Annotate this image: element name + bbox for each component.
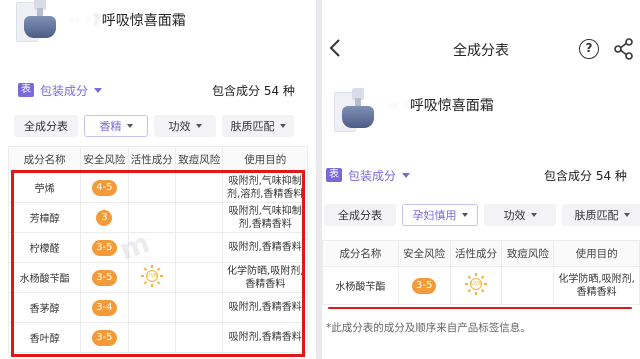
filter-button-0[interactable]: 全成分表 xyxy=(324,204,396,226)
ingredient-name[interactable]: 水杨酸苄酯 xyxy=(322,266,399,305)
filter-bar: 全成分表 孕妇慎用 功效 肤质匹配 xyxy=(324,204,640,226)
section-selector[interactable]: 表 包装成分 xyxy=(326,165,411,185)
filter-label: 肤质匹配 xyxy=(574,209,619,222)
column-header: 安全风险 xyxy=(397,240,451,267)
filter-button-1[interactable]: 孕妇慎用 xyxy=(402,204,478,226)
product-name: ·· ·7呼吸惊喜面霜 xyxy=(70,13,186,29)
acne-cell xyxy=(501,266,555,305)
filter-label: 功效 xyxy=(503,209,526,222)
chevron-down-icon xyxy=(279,124,286,128)
ingredient-count: 包含成分 54 种 xyxy=(212,84,295,98)
filter-bar: 全成分表 香精 功效 肤质匹配 xyxy=(14,115,300,137)
column-header: 活性成分 xyxy=(127,146,177,173)
filter-button-1[interactable]: 香精 xyxy=(84,115,148,137)
highlight-box xyxy=(11,170,305,357)
column-header: 致痘风险 xyxy=(175,146,224,173)
product-thumbnail xyxy=(14,0,66,48)
column-header: 使用目的 xyxy=(222,146,308,173)
risk-cell: 3-5 xyxy=(397,266,451,305)
column-header: 成分名称 xyxy=(7,146,82,173)
product-name: ·· ·呼吸惊喜面霜 xyxy=(388,98,494,114)
filter-label: 香精 xyxy=(99,120,122,133)
product-header: ·· ·呼吸惊喜面霜 xyxy=(332,82,494,138)
top-bar: 全成分表 ? xyxy=(322,34,640,64)
filter-label: 肤质匹配 xyxy=(230,120,275,133)
ingredient-table: 成分名称 安全风险 活性成分 致痘风险 使用目的 水杨酸苄酯 3-5 UVB 化学防晒,吸附剂… xyxy=(322,240,640,305)
chevron-down-icon xyxy=(530,213,537,217)
ingredient-count: 包含成分 54 种 xyxy=(544,169,627,183)
column-header: 成分名称 xyxy=(322,240,399,267)
table-icon: 表 xyxy=(326,168,342,182)
left-panel: ·· ·7呼吸惊喜面霜 表 包装成分 包含成分 54 种 全成分表 香精 功效 肤质匹… xyxy=(0,0,316,359)
highlight-underline xyxy=(328,307,632,309)
column-header: 安全风险 xyxy=(80,146,129,173)
caret-down-icon xyxy=(402,172,411,178)
product-thumbnail xyxy=(332,82,384,138)
risk-badge: 3-5 xyxy=(411,277,437,294)
section-label: 包装成分 xyxy=(40,83,89,98)
column-header: 使用目的 xyxy=(553,240,640,267)
table-icon: 表 xyxy=(18,83,34,97)
purpose-cell: 化学防晒,吸附剂,香精香料 xyxy=(553,266,640,305)
caret-down-icon xyxy=(94,87,103,93)
chevron-down-icon xyxy=(126,124,133,128)
right-panel: 全成分表 ? ·· ·呼吸惊喜面霜 表 包装成分 包含成分 54 种 全成分表 孕… xyxy=(322,0,640,359)
column-header: 致痘风险 xyxy=(501,240,555,267)
filter-label: 功效 xyxy=(168,120,191,133)
filter-label: 全成分表 xyxy=(338,209,382,222)
filter-button-3[interactable]: 肤质匹配 xyxy=(222,115,294,137)
filter-button-2[interactable]: 功效 xyxy=(484,204,556,226)
share-icon[interactable] xyxy=(614,38,634,60)
footnote: *此成分表的成分及顺序来自产品标签信息。 xyxy=(326,322,531,334)
chevron-down-icon xyxy=(623,213,630,217)
active-cell: UVB xyxy=(449,266,503,305)
product-header: ·· ·7呼吸惊喜面霜 xyxy=(14,0,186,48)
sun-icon: UVB xyxy=(465,273,487,295)
chevron-down-icon xyxy=(195,124,202,128)
filter-button-3[interactable]: 肤质匹配 xyxy=(562,204,640,226)
table-row[interactable]: 水杨酸苄酯 3-5 UVB 化学防晒,吸附剂,香精香料 xyxy=(322,266,640,305)
section-label: 包装成分 xyxy=(348,168,397,183)
filter-button-2[interactable]: 功效 xyxy=(154,115,216,137)
help-icon[interactable]: ? xyxy=(579,39,599,59)
section-selector[interactable]: 表 包装成分 xyxy=(18,80,103,100)
column-header: 活性成分 xyxy=(449,240,503,267)
chevron-down-icon xyxy=(461,213,468,217)
filter-button-0[interactable]: 全成分表 xyxy=(14,115,78,137)
filter-label: 孕妇慎用 xyxy=(412,209,457,222)
filter-label: 全成分表 xyxy=(24,120,68,133)
